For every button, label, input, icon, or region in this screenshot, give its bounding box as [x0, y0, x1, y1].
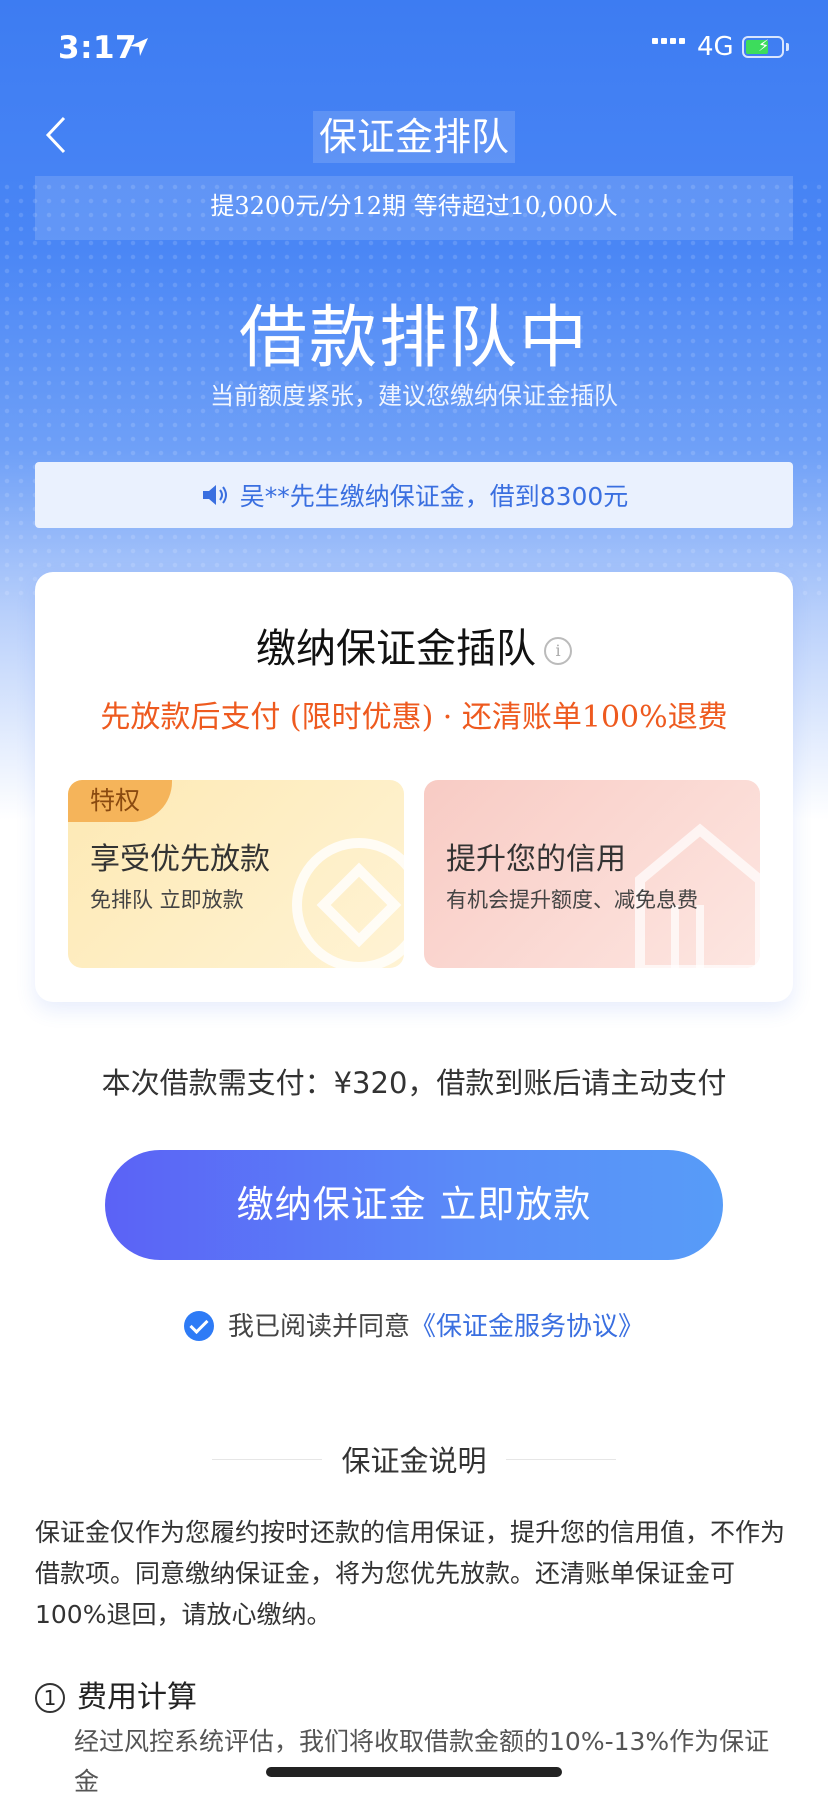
location-arrow-icon: [130, 38, 148, 56]
agree-checkbox[interactable]: [183, 1310, 214, 1341]
pay-deposit-button[interactable]: 缴纳保证金 立即放款: [105, 1150, 723, 1260]
ticker-text: 吴**先生缴纳保证金，借到8300元: [239, 482, 629, 511]
status-time: 3:17: [58, 30, 138, 66]
page-title: 保证金排队: [312, 111, 515, 163]
item-description: 经过风控系统评估，我们将收取借款金额的10%-13%作为保证金: [74, 1727, 770, 1796]
signal-icon: [652, 38, 685, 44]
hero-headline: 借款排队中: [238, 299, 589, 378]
perk-title: 享受优先放款: [90, 842, 270, 877]
item-title: 费用计算: [77, 1680, 197, 1715]
network-type: 4G: [697, 32, 734, 62]
perk-badge: 特权: [68, 780, 172, 822]
queue-notice: 提3200元/分12期 等待超过10,000人: [35, 176, 793, 240]
perk-desc: 有机会提升额度、减免息费: [446, 888, 698, 912]
section-title: 保证金说明: [341, 1444, 487, 1478]
speaker-icon: [202, 485, 227, 505]
payment-note: 本次借款需支付：¥320，借款到账后请主动支付: [101, 1066, 727, 1100]
item-heading: 1 费用计算: [35, 1672, 197, 1716]
perk-desc: 免排队 立即放款: [90, 888, 244, 912]
broadcast-ticker: 吴**先生缴纳保证金，借到8300元: [35, 462, 793, 528]
agreement-row: 我已阅读并同意《保证金服务协议》: [0, 1306, 828, 1343]
home-indicator[interactable]: [266, 1767, 562, 1777]
nav-bar: 保证金排队: [0, 96, 828, 176]
deposit-card: 缴纳保证金插队 i 先放款后支付 (限时优惠) · 还清账单100%退费 特权 享…: [35, 572, 793, 1002]
explanation-paragraph: 保证金仅作为您履约按时还款的信用保证，提升您的信用值，不作为借款项。同意缴纳保证…: [35, 1518, 786, 1629]
status-bar: 3:17 4G ⚡: [0, 0, 828, 96]
agreement-link[interactable]: 《保证金服务协议》: [410, 1312, 644, 1342]
card-subtitle: 先放款后支付 (限时优惠) · 还清账单100%退费: [100, 700, 728, 735]
agreement-text: 我已阅读并同意: [227, 1312, 410, 1342]
coin-decoration-icon: [292, 838, 404, 968]
battery-tip: [786, 43, 789, 51]
card-title: 缴纳保证金插队: [256, 626, 536, 672]
info-icon[interactable]: i: [544, 637, 572, 665]
perk-credit-boost: 提升您的信用 有机会提升额度、减免息费: [424, 780, 760, 968]
section-divider-right: [506, 1459, 616, 1460]
battery-icon: ⚡: [742, 36, 784, 58]
hero-subline: 当前额度紧张，建议您缴纳保证金插队: [210, 382, 618, 410]
perk-priority-loan: 特权 享受优先放款 免排队 立即放款: [68, 780, 404, 968]
perk-title: 提升您的信用: [446, 842, 626, 877]
item-number: 1: [35, 1683, 65, 1713]
